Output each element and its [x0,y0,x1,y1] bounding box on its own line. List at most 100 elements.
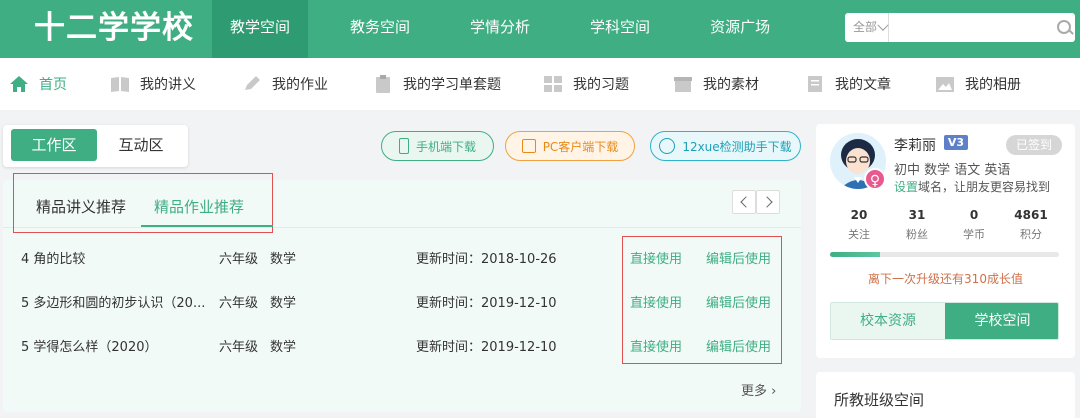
search-input[interactable] [889,14,1051,41]
image-icon [936,77,954,92]
stat-label: 粉丝 [906,228,928,241]
search-scope-select[interactable]: 全部 [845,13,890,42]
more-link[interactable]: 更多 › [741,380,776,399]
row-title[interactable]: 5 学得怎么样（2020） [21,333,211,363]
row-updated: 更新时间：2019-12-10 [416,340,557,355]
row-grade: 六年级 [219,252,259,267]
stat-points[interactable]: 4861 积分 [1001,208,1061,242]
nav-teaching-space[interactable]: 教学空间 [212,0,309,58]
class-space-title: 所教班级空间 [834,391,925,409]
upgrade-hint: 离下一次升级还有310成长值 [868,272,1023,286]
tab-school-space[interactable]: 学校空间 [945,303,1058,339]
subnav-item-materials[interactable]: 我的素材 [673,58,759,110]
document-icon [808,76,822,92]
lightning-icon [659,138,676,154]
row-subject: 数学 [270,296,297,311]
subnav-item-label: 我的学习单套题 [403,77,501,93]
subnav-item-label: 首页 [39,77,67,93]
row-grade: 六年级 [219,340,259,355]
stat-value: 20 [850,208,868,222]
tab-interaction[interactable]: 互动区 [101,129,181,161]
stat-label: 积分 [1020,228,1042,241]
pc-download-button[interactable]: PC客户端下载 [505,131,635,161]
subnav-item-label: 我的素材 [703,77,759,93]
subnav-item-label: 我的相册 [965,77,1021,93]
subnav-item-study-sets[interactable]: 我的学习单套题 [373,58,501,110]
row-grade: 六年级 [219,296,259,311]
tab-school-resources[interactable]: 校本资源 [831,303,945,339]
row-subject: 数学 [270,340,297,355]
detector-download-label: 12xue检测助手下载 [682,139,792,154]
row-updated: 更新时间：2019-12-10 [416,296,557,311]
profile-card: ♀ 李莉丽 V3 已签到 初中 数学 语文 英语 设置域名，让朋友更容易找到 2… [816,124,1075,358]
recommend-panel: 精品讲义推荐 精品作业推荐 4 角的比较 六年级 数学 更新时间：2018-10… [3,173,801,412]
book-icon [111,77,129,92]
stat-followers[interactable]: 31 粉丝 [887,208,947,242]
subnav-item-label: 我的习题 [573,77,629,93]
search-scope-label: 全部 [853,20,878,34]
growth-progress-fill [830,252,881,257]
active-tab-indicator [141,225,273,227]
domain-hint-text: 域名，让朋友更容易找到 [918,180,1051,194]
nav-learning-analysis[interactable]: 学情分析 [452,0,548,58]
prev-page-button[interactable] [732,190,756,214]
search-icon[interactable] [1050,13,1075,42]
class-space-card: 所教班级空间 [816,372,1075,418]
stat-label: 学币 [963,228,985,241]
nav-resource-plaza[interactable]: 资源广场 [692,0,788,58]
subnav-item-articles[interactable]: 我的文章 [805,58,891,110]
mobile-download-button[interactable]: 手机端下载 [381,131,494,161]
resource-switch: 校本资源 学校空间 [830,302,1059,340]
pencil-icon [245,76,260,90]
more-label: 更多 [741,384,768,399]
female-icon: ♀ [864,168,886,190]
nav-subject-space[interactable]: 学科空间 [572,0,668,58]
nav-academic-affairs[interactable]: 教务空间 [332,0,428,58]
clipboard-icon [376,75,390,93]
row-title[interactable]: 4 角的比较 [21,245,211,275]
detector-download-button[interactable]: 12xue检测助手下载 [650,131,801,161]
stat-value: 31 [908,208,926,222]
stat-value: 0 [969,208,979,222]
sub-nav: 首页 我的讲义 我的作业 我的学习单套题 我的习题 我的素材 我的文章 我的相册 [0,58,1080,110]
teaching-subjects: 初中 数学 语文 英语 [894,163,1011,178]
checked-in-button[interactable]: 已签到 [1006,135,1062,155]
highlight-box [622,236,782,364]
workspace-tab-switch: 工作区 互动区 [3,125,188,167]
subnav-item-lecture-notes[interactable]: 我的讲义 [110,58,196,110]
top-header: 十二学学校 教学空间 教务空间 学情分析 学科空间 资源广场 全部 [0,0,1080,58]
profile-stats: 20 关注 31 粉丝 0 学币 4861 积分 [816,208,1075,244]
subnav-item-label: 我的文章 [835,77,891,93]
school-logo[interactable]: 十二学学校 [34,8,194,48]
tab-featured-homework[interactable]: 精品作业推荐 [154,196,244,217]
top-nav: 教学空间 教务空间 学情分析 学科空间 资源广场 [212,0,812,58]
subnav-item-album[interactable]: 我的相册 [935,58,1021,110]
row-subject: 数学 [270,252,297,267]
stat-label: 关注 [848,228,870,241]
box-icon [674,77,692,92]
subnav-item-exercises[interactable]: 我的习题 [543,58,629,110]
search-bar: 全部 [845,13,1075,42]
domain-hint: 设置域名，让朋友更容易找到 [894,178,1050,195]
next-page-button[interactable] [756,190,780,214]
stat-value: 4861 [1014,208,1048,222]
mobile-download-label: 手机端下载 [415,139,476,154]
monitor-icon [521,139,536,153]
phone-icon [398,138,409,154]
subnav-item-home[interactable]: 首页 [9,58,67,110]
user-name[interactable]: 李莉丽 [894,135,936,155]
tab-workspace[interactable]: 工作区 [11,129,97,161]
subnav-item-label: 我的讲义 [140,77,196,93]
pc-download-label: PC客户端下载 [542,139,619,154]
level-badge: V3 [944,135,968,150]
grid-icon [544,76,562,92]
subnav-item-homework[interactable]: 我的作业 [242,58,328,110]
row-title[interactable]: 5 多边形和圆的初步认识（20... [21,289,211,319]
growth-progress-bar [830,252,1059,257]
stat-following[interactable]: 20 关注 [829,208,889,242]
home-icon [10,76,28,92]
row-updated: 更新时间：2018-10-26 [416,252,557,267]
stat-coins[interactable]: 0 学币 [944,208,1004,242]
set-domain-link[interactable]: 设置 [894,180,918,194]
tab-featured-lectures[interactable]: 精品讲义推荐 [36,196,126,217]
